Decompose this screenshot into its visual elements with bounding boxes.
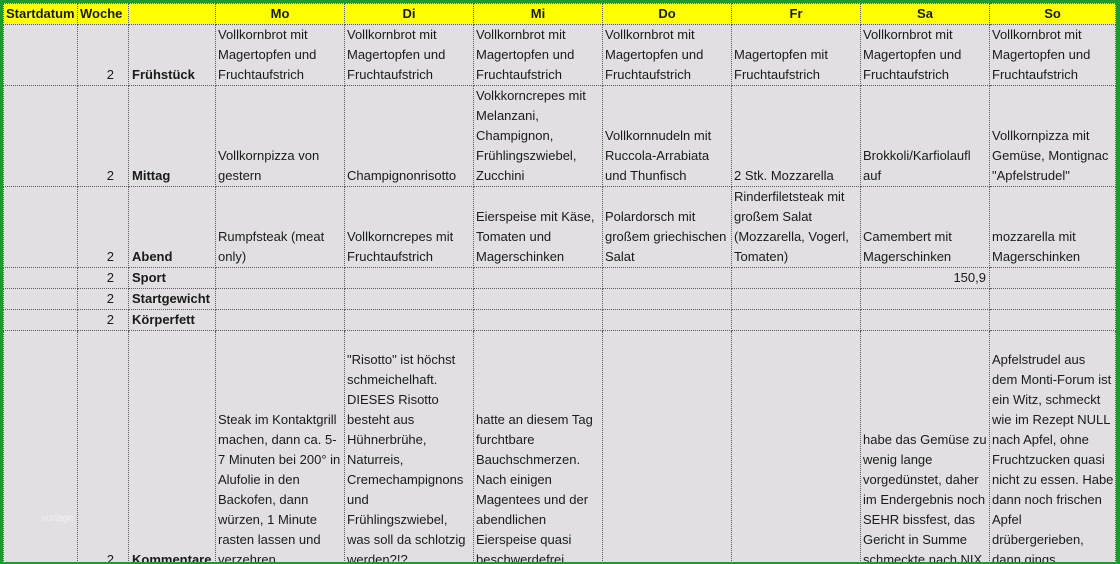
cell-startdatum[interactable] [3,85,78,187]
cell-sa[interactable] [860,288,990,310]
spreadsheet: Startdatum Woche Mo Di Mi Do Fr Sa So 2 … [3,3,1116,562]
header-label[interactable] [128,3,216,25]
cell-mo[interactable] [215,267,345,289]
cell-mi[interactable] [473,309,603,331]
cell-woche[interactable]: 2 [77,288,129,310]
cell-fr[interactable]: Magertopfen mit Fruchtaufstrich [731,24,861,86]
header-day-mi[interactable]: Mi [473,3,603,25]
cell-di[interactable]: Vollkornbrot mit Magertopfen und Fruchta… [344,24,474,86]
cell-fr[interactable]: Rinderfiletsteak mit großem Salat (Mozza… [731,186,861,268]
cell-do[interactable]: Vollkornnudeln mit Ruccola-Arrabiata und… [602,85,732,187]
cell-woche[interactable]: 2 [77,85,129,187]
cell-do[interactable] [602,288,732,310]
cell-mi[interactable]: Vollkornbrot mit Magertopfen und Fruchta… [473,24,603,86]
header-day-so[interactable]: So [989,3,1116,25]
cell-so[interactable]: mozzarella mit Magerschinken [989,186,1116,268]
row-mittag: 2 Mittag Vollkornpizza von gestern Champ… [3,85,1116,187]
cell-mo[interactable]: Vollkornpizza von gestern [215,85,345,187]
cell-mo[interactable] [215,309,345,331]
cell-fr[interactable] [731,330,861,562]
cell-mo[interactable]: Steak im Kontaktgrill machen, dann ca. 5… [215,330,345,562]
row-abend: 2 Abend Rumpfsteak (meat only) Vollkornc… [3,186,1116,268]
row-kommentare: 2 Kommentare Steak im Kontaktgrill mache… [3,330,1116,562]
cell-so[interactable]: Vollkornbrot mit Magertopfen und Fruchta… [989,24,1116,86]
cell-woche[interactable]: 2 [77,267,129,289]
row-koerperfett: 2 Körperfett [3,309,1116,331]
cell-mo[interactable]: Vollkornbrot mit Magertopfen und Fruchta… [215,24,345,86]
cell-woche[interactable]: 2 [77,186,129,268]
cell-di[interactable] [344,288,474,310]
cell-sa[interactable]: Camembert mit Magerschinken [860,186,990,268]
cell-sa[interactable]: Brokkoli/Karfiolaufl auf [860,85,990,187]
cell-do[interactable] [602,267,732,289]
cell-di[interactable]: Vollkorncrepes mit Fruchtaufstrich [344,186,474,268]
row-label[interactable]: Mittag [128,85,216,187]
cell-fr[interactable] [731,288,861,310]
cell-do[interactable]: Vollkornbrot mit Magertopfen und Fruchta… [602,24,732,86]
cell-do[interactable] [602,309,732,331]
header-day-do[interactable]: Do [602,3,732,25]
header-day-fr[interactable]: Fr [731,3,861,25]
cell-so[interactable]: Vollkornpizza mit Gemüse, Montignac "Apf… [989,85,1116,187]
cell-so[interactable] [989,309,1116,331]
cell-so[interactable] [989,288,1116,310]
cell-di[interactable]: Champignonrisotto [344,85,474,187]
cell-sa[interactable]: habe das Gemüse zu wenig lange vorgedüns… [860,330,990,562]
cell-mi[interactable]: hatte an diesem Tag furchtbare Bauchschm… [473,330,603,562]
cell-sa[interactable]: Vollkornbrot mit Magertopfen und Fruchta… [860,24,990,86]
cell-mo[interactable] [215,288,345,310]
cell-sa[interactable]: 150,9 [860,267,990,289]
cell-mi[interactable]: Eierspeise mit Käse, Tomaten und Magersc… [473,186,603,268]
row-label[interactable]: Startgewicht [128,288,216,310]
header-row: Startdatum Woche Mo Di Mi Do Fr Sa So [3,3,1116,25]
row-fruehstueck: 2 Frühstück Vollkornbrot mit Magertopfen… [3,24,1116,86]
cell-woche[interactable]: 2 [77,24,129,86]
cell-mo[interactable]: Rumpfsteak (meat only) [215,186,345,268]
cell-so[interactable] [989,267,1116,289]
cell-do[interactable]: Polardorsch mit großem griechischen Sala… [602,186,732,268]
header-day-di[interactable]: Di [344,3,474,25]
cell-startdatum[interactable] [3,24,78,86]
cell-fr[interactable]: 2 Stk. Mozzarella [731,85,861,187]
row-label[interactable]: Kommentare [128,330,216,562]
cell-di[interactable] [344,267,474,289]
cell-di[interactable]: "Risotto" ist höchst schmeichelhaft. DIE… [344,330,474,562]
row-label[interactable]: Frühstück [128,24,216,86]
cell-woche[interactable]: 2 [77,309,129,331]
meal-plan-table: Startdatum Woche Mo Di Mi Do Fr Sa So 2 … [3,3,1116,562]
cell-startdatum[interactable] [3,186,78,268]
cell-mi[interactable] [473,267,603,289]
watermark: vorlage [41,513,74,524]
cell-woche[interactable]: 2 [77,330,129,562]
cell-fr[interactable] [731,309,861,331]
cell-fr[interactable] [731,267,861,289]
cell-mi[interactable]: Volkkorncrepes mit Melanzani, Champignon… [473,85,603,187]
row-startgewicht: 2 Startgewicht [3,288,1116,310]
cell-sa[interactable] [860,309,990,331]
cell-startdatum[interactable] [3,267,78,289]
row-label[interactable]: Abend [128,186,216,268]
row-label[interactable]: Sport [128,267,216,289]
cell-di[interactable] [344,309,474,331]
row-sport: 2 Sport 150,9 [3,267,1116,289]
cell-mi[interactable] [473,288,603,310]
cell-startdatum[interactable] [3,330,78,562]
header-startdatum[interactable]: Startdatum [3,3,78,25]
cell-do[interactable] [602,330,732,562]
header-day-mo[interactable]: Mo [215,3,345,25]
row-label[interactable]: Körperfett [128,309,216,331]
cell-so[interactable]: Apfelstrudel aus dem Monti-Forum ist ein… [989,330,1116,562]
header-day-sa[interactable]: Sa [860,3,990,25]
cell-startdatum[interactable] [3,288,78,310]
cell-startdatum[interactable] [3,309,78,331]
header-woche[interactable]: Woche [77,3,129,25]
